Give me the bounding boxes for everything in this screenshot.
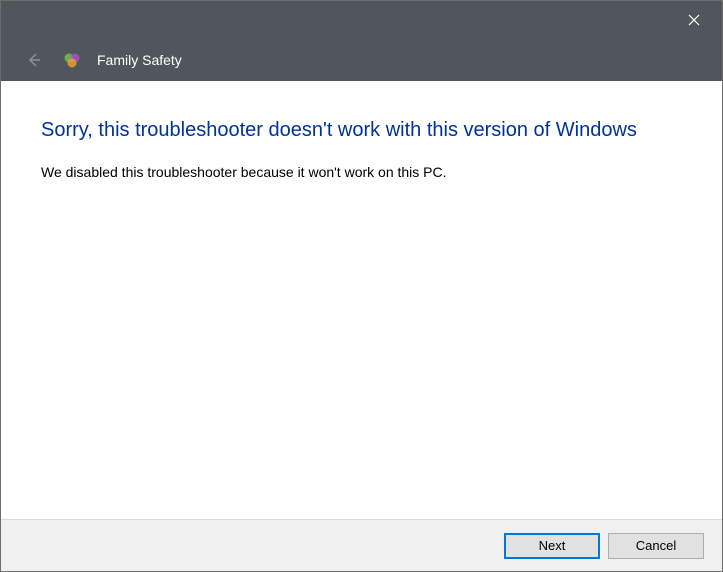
titlebar: [1, 1, 722, 39]
cancel-button[interactable]: Cancel: [608, 533, 704, 559]
next-button[interactable]: Next: [504, 533, 600, 559]
family-safety-icon: [63, 51, 81, 69]
troubleshooter-window: Family Safety Sorry, this troubleshooter…: [0, 0, 723, 572]
body-text: We disabled this troubleshooter because …: [41, 164, 682, 180]
app-title: Family Safety: [97, 52, 182, 68]
close-button[interactable]: [680, 6, 708, 34]
content-area: Sorry, this troubleshooter doesn't work …: [1, 81, 722, 519]
close-icon: [688, 14, 700, 26]
footer-bar: Next Cancel: [1, 519, 722, 571]
back-arrow-icon: [25, 51, 43, 69]
back-button[interactable]: [21, 47, 47, 73]
header-bar: Family Safety: [1, 39, 722, 81]
main-heading: Sorry, this troubleshooter doesn't work …: [41, 119, 682, 142]
